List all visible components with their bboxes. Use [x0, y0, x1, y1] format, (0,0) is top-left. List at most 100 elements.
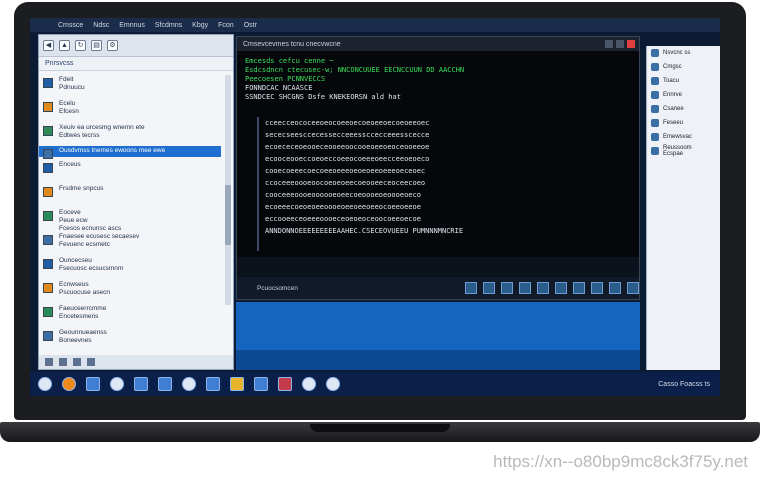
tool-icon[interactable]	[537, 282, 549, 294]
app-icon[interactable]	[278, 377, 292, 391]
list-item[interactable]: Ouncecseu Fsecuosc ecsucsmnm	[39, 254, 221, 278]
refresh-icon[interactable]: ↻	[75, 40, 86, 51]
app-icon[interactable]	[302, 377, 316, 391]
desktop-background	[236, 350, 640, 370]
app-icon[interactable]	[110, 377, 124, 391]
right-side-panel: Nsvcnc ss Cmgsc Toacu Ennrve Csanee Feseeu Eme…	[646, 46, 720, 370]
menu-item[interactable]: Ostr	[244, 22, 257, 29]
panel-item-label: Feseeu	[663, 120, 684, 126]
tool-icon[interactable]	[555, 282, 567, 294]
terminal-grid-row: ccoceeeoooeoocoeoeoeecoeooeeceoceecoeo	[265, 179, 426, 187]
panel-item[interactable]: Cmgsc	[647, 60, 720, 74]
terminal-grid-row: ecoeeecoeoeoeeoooeoeeoeeoeeocoeeoeeoe	[265, 203, 421, 211]
panel-item-label: Toacu	[663, 78, 680, 84]
list-item-label: Fnaesee ecusesc secaesev Fevuenc ecsmetc	[59, 233, 140, 248]
panel-item[interactable]: Csanee	[647, 102, 720, 116]
app-icon[interactable]	[206, 377, 220, 391]
panel-item-label: Nsvcnc ss	[663, 50, 691, 56]
panel-item[interactable]: Feseeu	[647, 116, 720, 130]
tool-icon[interactable]	[465, 282, 477, 294]
status-icon	[73, 358, 81, 366]
list-item[interactable]: Enceus	[39, 158, 221, 182]
list-item[interactable]: Xeuiv ea urcesmg wnemn ete Edtwes tecrss	[39, 121, 221, 145]
menu-item[interactable]: Kbgy	[192, 22, 208, 29]
list-item[interactable]: Ecelu Efcesn	[39, 97, 221, 121]
tool-icon[interactable]	[501, 282, 513, 294]
app-icon[interactable]	[158, 377, 172, 391]
list-item[interactable]: Eoceve Peue ecw Fcesos ecnunsc ascs	[39, 206, 221, 232]
panel-item[interactable]: Toacu	[647, 74, 720, 88]
close-icon[interactable]	[627, 40, 635, 48]
start-icon[interactable]	[38, 377, 52, 391]
list-item[interactable]: Fdeit Pdnuucu	[39, 73, 221, 97]
browser-icon[interactable]	[62, 377, 76, 391]
terminal-title-bar: Cmsevcevmes tcnu cnecvwcne	[237, 37, 639, 51]
panel-item[interactable]: Reussoom Ecspae	[647, 144, 720, 158]
list-item[interactable]: Frsdme snpcus	[39, 182, 221, 206]
menu-item[interactable]: Fcon	[218, 22, 234, 29]
panel-item[interactable]: Ennrve	[647, 88, 720, 102]
app-icon[interactable]	[182, 377, 196, 391]
explorer-file-list: Fdeit Pdnuucu Ecelu Efcesn Xeuiv ea urcesm…	[39, 73, 221, 350]
app-icon[interactable]	[86, 377, 100, 391]
explorer-status-bar	[39, 355, 233, 369]
menu-item[interactable]: Emnnus	[119, 22, 145, 29]
app-icon[interactable]	[254, 377, 268, 391]
tool-icon[interactable]	[573, 282, 585, 294]
list-item[interactable]: Geounnueaenss Boneevnes	[39, 326, 221, 350]
list-item[interactable]: Faeuceerrcmme Encetesmens	[39, 302, 221, 326]
list-item-label: Frsdme snpcus	[59, 185, 104, 192]
panel-item-icon	[651, 105, 659, 113]
terminal-grid-row: sececseesccecessecceeessccecceeesscecce	[265, 131, 430, 139]
terminal-line: Esdcsdncn ctecusec-w; NNCONCUUEE EECNCCU…	[245, 66, 465, 74]
file-icon	[43, 126, 53, 136]
back-arrow-icon[interactable]: ◀	[43, 40, 54, 51]
file-icon	[43, 163, 53, 173]
panel-item-icon	[651, 133, 659, 141]
list-item[interactable]: Ecnwseus Pscuocuse asecn	[39, 278, 221, 302]
tool-icon[interactable]	[609, 282, 621, 294]
tool-icon[interactable]	[483, 282, 495, 294]
app-icon[interactable]	[326, 377, 340, 391]
menu-item[interactable]: Cmssce	[58, 22, 83, 29]
status-icon	[45, 358, 53, 366]
explorer-scrollbar[interactable]	[225, 75, 231, 305]
list-item[interactable]: Fnaesee ecusesc secaesev Fevuenc ecsmetc	[39, 230, 221, 254]
menu-item[interactable]: Ndsc	[93, 22, 109, 29]
panel-item[interactable]: Nsvcnc ss	[647, 46, 720, 60]
status-icon	[59, 358, 67, 366]
file-icon	[43, 187, 53, 197]
up-arrow-icon[interactable]: ▲	[59, 40, 70, 51]
panel-item-icon	[651, 77, 659, 85]
folder-icon[interactable]: ▤	[91, 40, 102, 51]
laptop-scene: Cmssce Ndsc Emnnus Sfcdmns Kbgy Fcon Ost…	[0, 0, 760, 480]
file-icon	[43, 149, 53, 159]
settings-icon[interactable]: ⚙	[107, 40, 118, 51]
terminal-grid-row: ecooceooeccoeoeccoeeocoeeeoeecceeoeoeco	[265, 155, 430, 163]
laptop-notch	[310, 424, 450, 432]
panel-item-label: Emewsvac	[663, 134, 693, 140]
list-item-label: Enceus	[59, 161, 81, 168]
explorer-address-bar[interactable]: Pnrsvcss	[39, 57, 233, 71]
terminal-grid-row: cooceeeoooeoooooeoeecoeoooeoeoooeoeco	[265, 191, 421, 199]
menu-item[interactable]: Sfcdmns	[155, 22, 182, 29]
tool-icon[interactable]	[627, 282, 639, 294]
minimize-icon[interactable]	[605, 40, 613, 48]
list-item-label: Xeuiv ea urcesmg wnemn ete Edtwes tecrss	[59, 124, 145, 139]
list-item-label: Ecelu Efcesn	[59, 100, 79, 115]
app-icon[interactable]	[134, 377, 148, 391]
app-icon[interactable]	[230, 377, 244, 391]
tool-icon[interactable]	[519, 282, 531, 294]
panel-item-icon	[651, 147, 659, 155]
list-item[interactable]: Ousdvmss tnemes ewoons mee ewe	[39, 146, 221, 159]
list-item-label: Fdeit Pdnuucu	[59, 76, 85, 91]
panel-item[interactable]: Emewsvac	[647, 130, 720, 144]
tool-icon[interactable]	[591, 282, 603, 294]
terminal-grid-row: ecoececeoeooeceooeeoocooeoeeoeoceooeeoe	[265, 143, 430, 151]
taskbar: Casso Foacss ts	[30, 372, 720, 396]
maximize-icon[interactable]	[616, 40, 624, 48]
file-icon	[43, 307, 53, 317]
list-item-label: Ecnwseus Pscuocuse asecn	[59, 281, 110, 296]
terminal-footer-label: Pcuocsomcen	[257, 284, 298, 292]
scrollbar-thumb[interactable]	[225, 185, 231, 245]
